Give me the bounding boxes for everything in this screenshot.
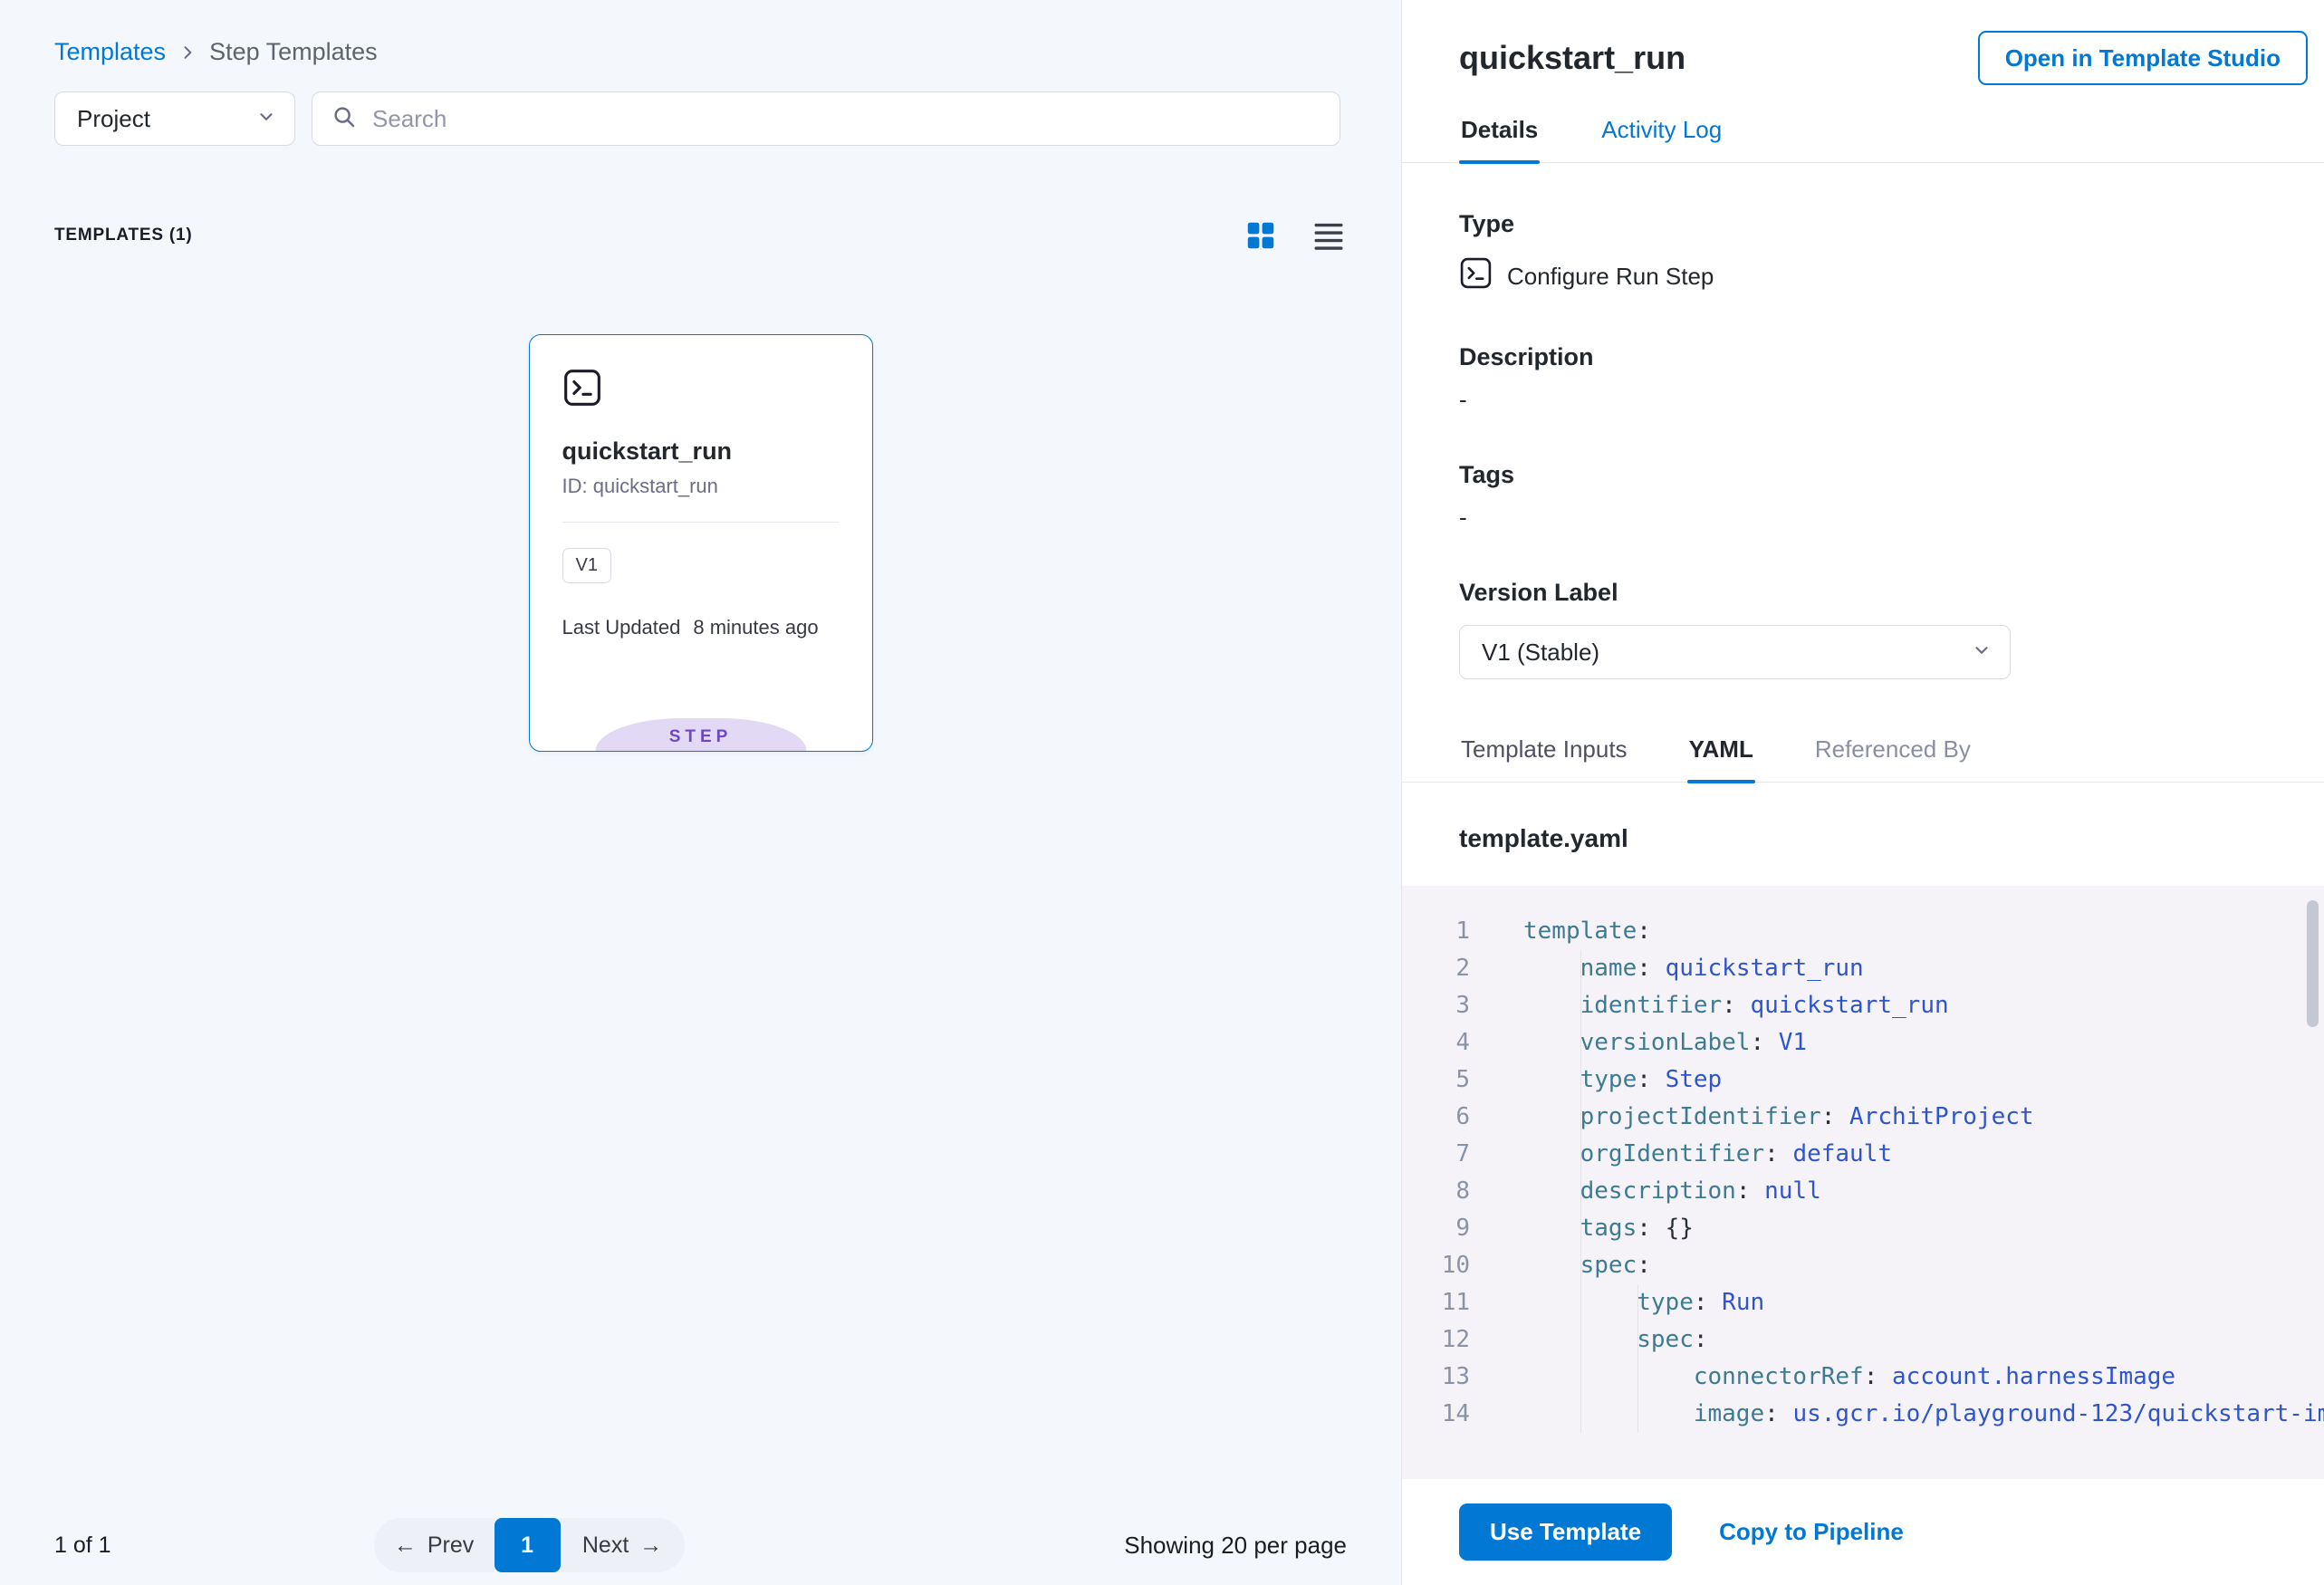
open-in-template-studio-button[interactable]: Open in Template Studio xyxy=(1978,31,2308,85)
code-line: 10 spec: xyxy=(1402,1247,2324,1284)
indent-guide xyxy=(1637,1284,1638,1433)
indent-guide xyxy=(1580,950,1581,1433)
tab-template-inputs[interactable]: Template Inputs xyxy=(1459,735,1629,782)
yaml-filename: template.yaml xyxy=(1459,824,2267,853)
code-line: 4 versionLabel: V1 xyxy=(1402,1024,2324,1061)
tab-yaml[interactable]: YAML xyxy=(1687,735,1755,782)
template-title: quickstart_run xyxy=(1459,39,1685,77)
tab-details[interactable]: Details xyxy=(1459,116,1540,162)
pagination-footer: 1 of 1 ← Prev 1 Next → Showing 20 per pa… xyxy=(54,1518,1347,1572)
templates-list-panel: Templates Step Templates Project TEMPLAT… xyxy=(0,0,1402,1585)
code-line: 13 connectorRef: account.harnessImage xyxy=(1402,1359,2324,1396)
yaml-code: 1template:2 name: quickstart_run3 identi… xyxy=(1402,913,2324,1433)
chevron-down-icon xyxy=(1972,639,1992,667)
per-page-label: Showing 20 per page xyxy=(1124,1532,1347,1560)
scope-dropdown-value: Project xyxy=(77,105,150,133)
updated-value: 8 minutes ago xyxy=(693,616,818,639)
next-label: Next xyxy=(582,1532,629,1559)
details-header: quickstart_run Open in Template Studio xyxy=(1402,0,2324,85)
tags-value: - xyxy=(1459,504,2267,532)
code-line: 14 image: us.gcr.io/playground-123/quick… xyxy=(1402,1396,2324,1433)
step-kind-badge: STEP xyxy=(595,718,806,751)
type-value: Configure Run Step xyxy=(1507,263,1714,291)
code-line: 6 projectIdentifier: ArchitProject xyxy=(1402,1099,2324,1136)
arrow-right-icon: → xyxy=(639,1532,662,1559)
code-line: 9 tags: {} xyxy=(1402,1210,2324,1247)
list-view-icon[interactable] xyxy=(1311,220,1347,251)
editor-scrollbar[interactable] xyxy=(2307,900,2319,1027)
chevron-down-icon xyxy=(256,105,276,133)
description-value: - xyxy=(1459,386,2267,414)
chevron-right-icon xyxy=(178,43,197,62)
card-id: ID: quickstart_run xyxy=(562,475,840,498)
grid-view-icon[interactable] xyxy=(1244,218,1278,253)
code-line: 2 name: quickstart_run xyxy=(1402,950,2324,987)
code-line: 8 description: null xyxy=(1402,1173,2324,1210)
search-input[interactable] xyxy=(372,105,1321,133)
prev-label: Prev xyxy=(427,1532,474,1559)
updated-label: Last Updated xyxy=(562,616,681,639)
details-footer: Use Template Copy to Pipeline xyxy=(1402,1479,2324,1585)
use-template-button[interactable]: Use Template xyxy=(1459,1503,1672,1561)
scope-dropdown[interactable]: Project xyxy=(54,91,295,146)
code-line: 12 spec: xyxy=(1402,1321,2324,1359)
page-1-button[interactable]: 1 xyxy=(495,1518,561,1572)
copy-to-pipeline-button[interactable]: Copy to Pipeline xyxy=(1719,1518,1904,1546)
yaml-subtabs: Template Inputs YAML Referenced By xyxy=(1402,735,2324,783)
templates-section-header: TEMPLATES (1) xyxy=(54,218,1347,253)
pagination: ← Prev 1 Next → xyxy=(374,1518,685,1572)
code-line: 11 type: Run xyxy=(1402,1284,2324,1321)
page-count: 1 of 1 xyxy=(54,1532,111,1559)
prev-page-button[interactable]: ← Prev xyxy=(374,1518,495,1572)
code-line: 7 orgIdentifier: default xyxy=(1402,1136,2324,1173)
code-line: 5 type: Step xyxy=(1402,1061,2324,1099)
type-label: Type xyxy=(1459,210,2267,238)
breadcrumb-current: Step Templates xyxy=(209,38,378,66)
filter-row: Project xyxy=(54,91,1347,146)
templates-count-label: TEMPLATES (1) xyxy=(54,226,193,245)
code-line: 1template: xyxy=(1402,913,2324,950)
code-line: 3 identifier: quickstart_run xyxy=(1402,987,2324,1024)
breadcrumb: Templates Step Templates xyxy=(54,38,1347,66)
card-title: quickstart_run xyxy=(562,437,840,466)
details-body: Type Configure Run Step Description - Ta… xyxy=(1402,163,2324,679)
tab-activity-log[interactable]: Activity Log xyxy=(1599,116,1724,162)
next-page-button[interactable]: Next → xyxy=(561,1518,685,1572)
version-select[interactable]: V1 (Stable) xyxy=(1459,625,2011,679)
breadcrumb-templates-link[interactable]: Templates xyxy=(54,38,166,66)
yaml-editor[interactable]: 1template:2 name: quickstart_run3 identi… xyxy=(1402,886,2324,1479)
version-label: Version Label xyxy=(1459,579,2267,607)
card-updated-row: Last Updated 8 minutes ago xyxy=(562,616,840,639)
template-card[interactable]: quickstart_run ID: quickstart_run V1 Las… xyxy=(529,334,873,752)
search-box xyxy=(312,91,1340,146)
tags-label: Tags xyxy=(1459,461,2267,489)
version-select-value: V1 (Stable) xyxy=(1482,639,1599,667)
tab-referenced-by[interactable]: Referenced By xyxy=(1813,735,1973,782)
search-icon xyxy=(331,103,358,135)
template-details-panel: quickstart_run Open in Template Studio D… xyxy=(1402,0,2324,1585)
terminal-icon xyxy=(1459,256,1493,296)
details-tabs: Details Activity Log xyxy=(1402,116,2324,163)
arrow-left-icon: ← xyxy=(394,1532,417,1559)
version-chip: V1 xyxy=(562,548,611,583)
terminal-icon xyxy=(562,396,602,411)
card-divider xyxy=(562,522,840,523)
description-label: Description xyxy=(1459,343,2267,371)
